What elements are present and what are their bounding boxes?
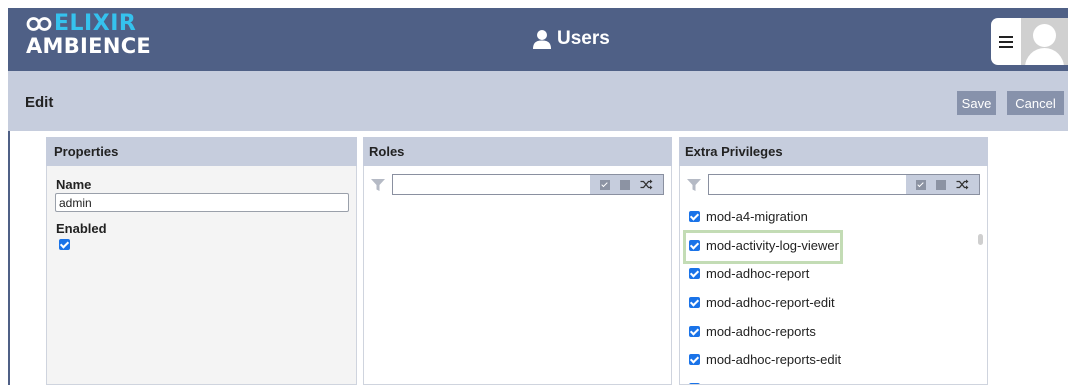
properties-panel: Properties Name Enabled bbox=[46, 137, 357, 385]
extra-privileges-panel: Extra Privileges mod-a4-migration mod-ac… bbox=[679, 137, 988, 385]
privilege-label: mod-activity-log-viewer bbox=[706, 237, 839, 253]
properties-body: Name Enabled bbox=[46, 166, 357, 385]
user-avatar-icon[interactable] bbox=[1021, 18, 1068, 65]
logo-text-bottom: AMBIENCE bbox=[26, 34, 152, 58]
privilege-checkbox[interactable] bbox=[689, 325, 700, 337]
page-title: Users bbox=[532, 28, 610, 50]
square-icon[interactable] bbox=[620, 179, 630, 190]
roles-filter-box bbox=[392, 174, 664, 195]
privilege-label: mod-a4-migration bbox=[706, 208, 808, 224]
roles-filter-input[interactable] bbox=[393, 175, 593, 194]
list-item[interactable]: mod-adhoc-reports bbox=[689, 317, 979, 346]
roles-filter-tools bbox=[590, 175, 663, 194]
funnel-icon bbox=[687, 178, 701, 191]
roles-header: Roles bbox=[363, 137, 672, 166]
check-all-icon[interactable] bbox=[600, 179, 610, 190]
content-left-border bbox=[8, 131, 10, 385]
list-item[interactable]: mod-adhoc-report-edit bbox=[689, 288, 979, 317]
privilege-label: mod-adhoc-reports bbox=[706, 323, 816, 339]
app-window: ELIXIR AMBIENCE Users Edit Save Cancel P… bbox=[0, 0, 1068, 385]
list-item[interactable]: mod-a4-migration bbox=[689, 202, 979, 231]
hamburger-menu-button[interactable] bbox=[991, 18, 1021, 65]
top-header: ELIXIR AMBIENCE Users bbox=[8, 8, 1068, 71]
check-all-icon[interactable] bbox=[916, 179, 926, 190]
edit-toolbar: Edit Save Cancel bbox=[8, 71, 1068, 131]
list-scrollbar-thumb[interactable] bbox=[978, 234, 983, 245]
funnel-icon bbox=[371, 178, 385, 191]
privilege-checkbox[interactable] bbox=[689, 296, 700, 308]
privilege-checkbox[interactable] bbox=[689, 239, 700, 251]
privilege-checkbox[interactable] bbox=[689, 268, 700, 280]
shuffle-icon[interactable] bbox=[956, 179, 969, 190]
infinity-logo-icon bbox=[26, 17, 52, 31]
logo-text-top: ELIXIR bbox=[54, 11, 137, 36]
privileges-filter-input[interactable] bbox=[709, 175, 909, 194]
privileges-filter-tools bbox=[906, 175, 979, 194]
privileges-filter-box bbox=[708, 174, 980, 195]
list-item[interactable] bbox=[689, 374, 979, 384]
header-right-controls bbox=[991, 18, 1068, 65]
privilege-label: mod-adhoc-report bbox=[706, 266, 810, 282]
extra-privileges-header: Extra Privileges bbox=[679, 137, 988, 166]
name-label: Name bbox=[56, 177, 92, 192]
privileges-filter-row bbox=[686, 174, 980, 195]
privilege-checkbox[interactable] bbox=[689, 354, 700, 366]
privilege-checkbox[interactable] bbox=[689, 210, 700, 222]
properties-header: Properties bbox=[46, 137, 357, 166]
roles-filter-row bbox=[370, 174, 664, 195]
list-item[interactable]: mod-adhoc-report bbox=[689, 259, 979, 288]
enabled-label: Enabled bbox=[56, 221, 107, 236]
user-icon bbox=[533, 30, 551, 49]
edit-title: Edit bbox=[25, 94, 54, 111]
list-item[interactable]: mod-adhoc-reports-edit bbox=[689, 345, 979, 374]
roles-body bbox=[363, 166, 672, 385]
roles-panel: Roles bbox=[363, 137, 672, 385]
save-button[interactable]: Save bbox=[957, 91, 996, 115]
elixir-ambience-logo[interactable]: ELIXIR AMBIENCE bbox=[26, 13, 151, 57]
square-icon[interactable] bbox=[936, 179, 946, 190]
extra-privileges-body: mod-a4-migration mod-activity-log-viewer… bbox=[679, 166, 988, 385]
page-title-text: Users bbox=[557, 28, 610, 49]
list-item[interactable]: mod-activity-log-viewer bbox=[689, 231, 979, 260]
hamburger-icon bbox=[999, 35, 1013, 48]
cancel-button[interactable]: Cancel bbox=[1007, 91, 1064, 115]
shuffle-icon[interactable] bbox=[640, 179, 653, 190]
privilege-label: mod-adhoc-report-edit bbox=[706, 294, 835, 310]
name-field[interactable] bbox=[55, 193, 349, 212]
privilege-label: mod-adhoc-reports-edit bbox=[706, 352, 842, 368]
privileges-list: mod-a4-migration mod-activity-log-viewer… bbox=[689, 202, 979, 384]
enabled-checkbox[interactable] bbox=[59, 239, 70, 250]
